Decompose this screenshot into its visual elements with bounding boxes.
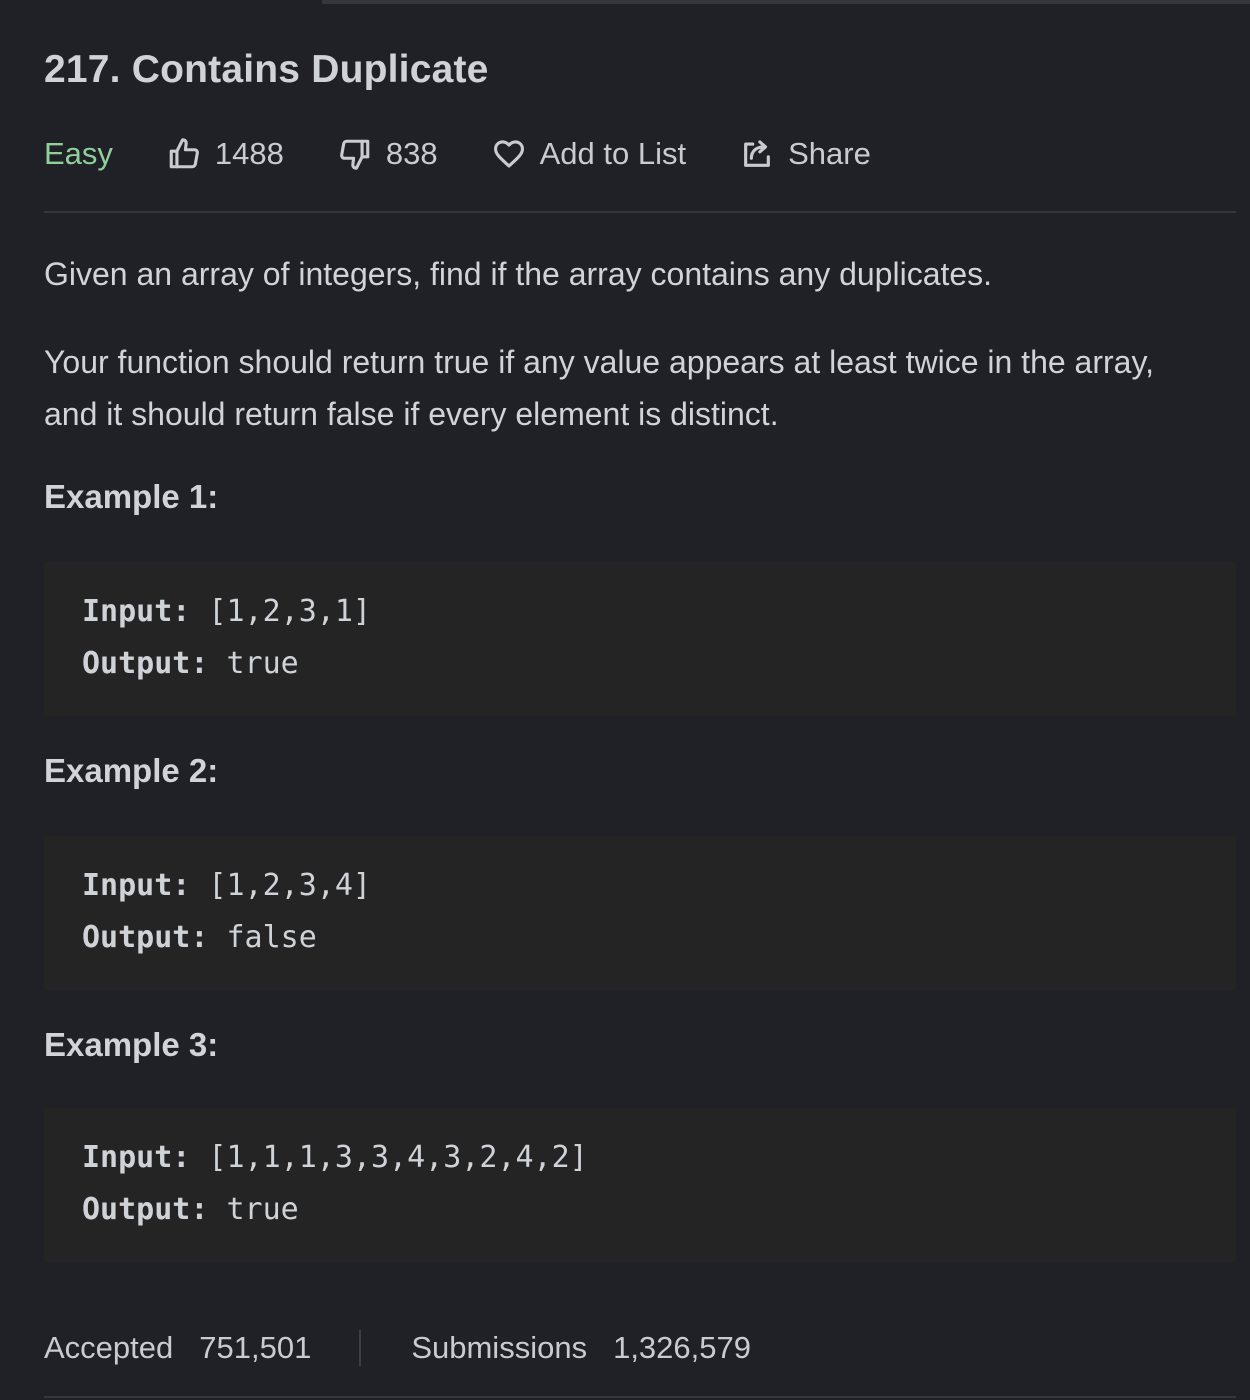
- thumbs-up-icon: [169, 138, 199, 169]
- example-output-line: Output: false: [82, 920, 317, 955]
- example-input-line: Input: [1,2,3,1]: [82, 594, 371, 629]
- submissions-count: 1,326,579: [613, 1330, 751, 1365]
- input-label: Input:: [82, 868, 191, 903]
- description-paragraph: Given an array of integers, find if the …: [44, 256, 993, 292]
- like-count: 1488: [214, 136, 284, 171]
- example-output-line: Output: true: [82, 1192, 299, 1227]
- add-to-list-label: Add to List: [539, 136, 687, 171]
- example-code-block: Input: [1,2,3,1] Output: true: [44, 562, 1236, 716]
- submissions-label: Submissions: [411, 1330, 588, 1365]
- heart-icon: [493, 140, 524, 168]
- example-output-line: Output: true: [82, 646, 299, 681]
- output-label: Output:: [82, 646, 209, 681]
- accepted-count: 751,501: [199, 1330, 312, 1365]
- output-value: true: [208, 1192, 299, 1227]
- output-value: false: [208, 920, 317, 955]
- difficulty-badge: Easy: [44, 136, 113, 171]
- input-value: [1,2,3,4]: [190, 868, 371, 903]
- example-code-block: Input: [1,2,3,4] Output: false: [44, 836, 1236, 990]
- thumbs-down-icon: [339, 139, 370, 170]
- example-input-line: Input: [1,2,3,4]: [82, 868, 371, 903]
- input-value: [1,1,1,3,3,4,3,2,4,2]: [190, 1140, 588, 1175]
- problem-title: 217. Contains Duplicate: [44, 48, 489, 91]
- submission-stats: Accepted 751,501 Submissions 1,326,579: [44, 1326, 751, 1370]
- example-title: Example 2:: [44, 752, 219, 789]
- problem-meta-row: Easy 1488 838 Add to List Share: [44, 132, 1236, 176]
- description-paragraph: Your function should return true if any …: [44, 344, 1154, 432]
- top-tab-border: [322, 0, 1250, 4]
- input-label: Input:: [82, 594, 191, 629]
- dislike-button[interactable]: 838: [338, 136, 438, 172]
- add-to-list-button[interactable]: Add to List: [492, 136, 686, 172]
- like-button[interactable]: 1488: [167, 136, 284, 172]
- output-label: Output:: [82, 920, 209, 955]
- output-label: Output:: [82, 1192, 209, 1227]
- example-title: Example 3:: [44, 1026, 219, 1063]
- accepted-label: Accepted: [44, 1330, 174, 1365]
- share-button[interactable]: Share: [740, 136, 871, 172]
- dislike-count: 838: [385, 136, 438, 171]
- input-value: [1,2,3,1]: [190, 594, 371, 629]
- header-divider: [44, 211, 1236, 213]
- output-value: true: [208, 646, 299, 681]
- share-label: Share: [788, 136, 871, 171]
- stats-separator: [359, 1330, 362, 1366]
- example-code-block: Input: [1,1,1,3,3,4,3,2,4,2] Output: tru…: [44, 1108, 1236, 1262]
- share-icon: [744, 140, 771, 167]
- footer-divider: [44, 1396, 1236, 1398]
- input-label: Input:: [82, 1140, 191, 1175]
- example-title: Example 1:: [44, 478, 219, 515]
- example-input-line: Input: [1,1,1,3,3,4,3,2,4,2]: [82, 1140, 588, 1175]
